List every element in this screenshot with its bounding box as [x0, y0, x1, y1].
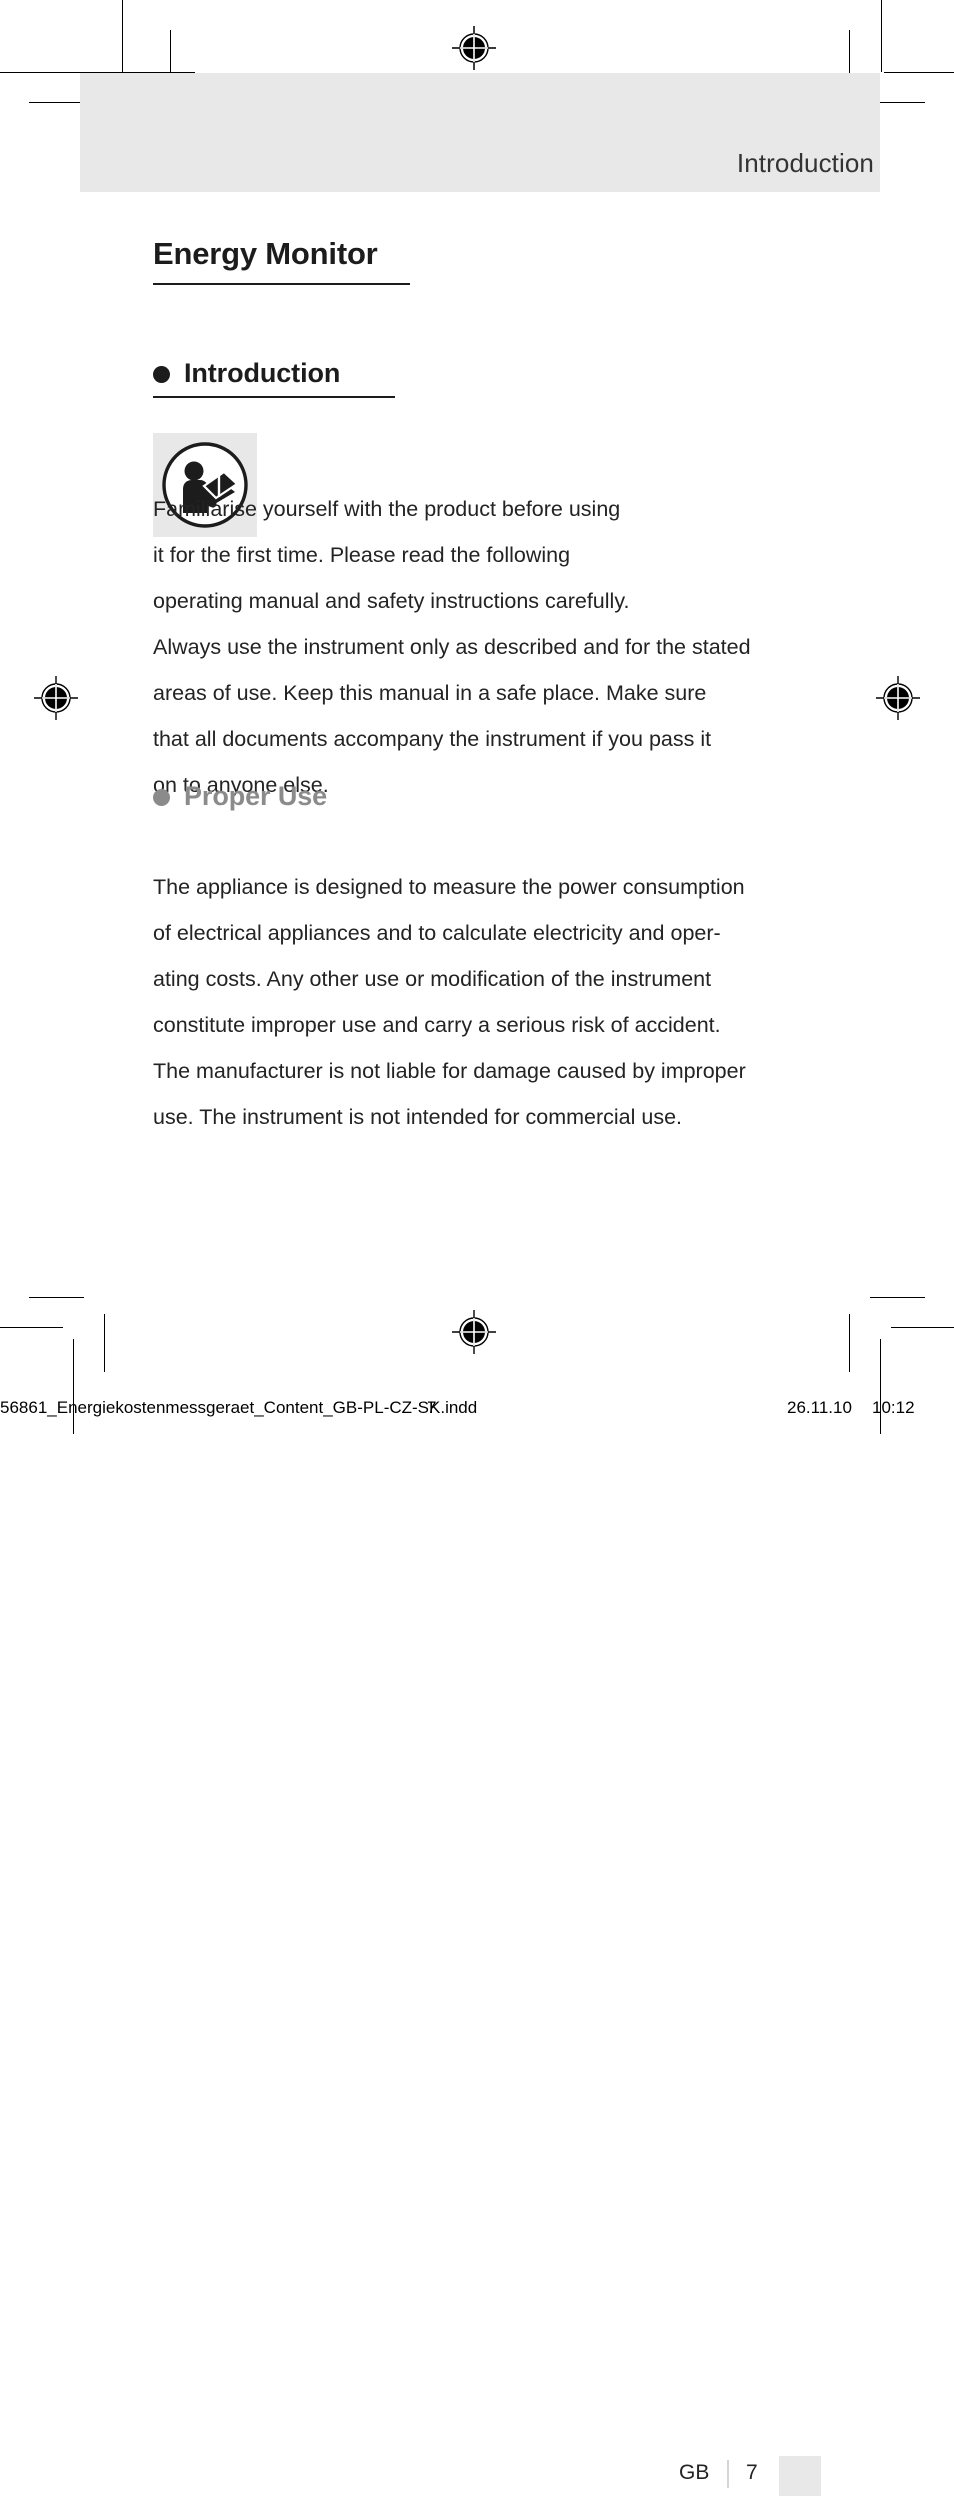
- bullet-icon: [153, 789, 170, 806]
- registration-mark-right: [876, 676, 920, 720]
- crop-mark-tr-outer-h: [884, 72, 954, 73]
- paragraph-line: use. The instrument is not intended for …: [153, 1105, 682, 1129]
- crop-mark-tl-inner-h: [29, 102, 84, 103]
- section-heading-introduction: Introduction: [153, 358, 340, 389]
- slug-filename: 56861_Energiekostenmessgeraet_Content_GB…: [0, 1398, 478, 1417]
- paragraph-line: of electrical appliances and to calculat…: [153, 921, 721, 945]
- paragraph-line: constitute improper use and carry a seri…: [153, 1013, 721, 1037]
- footer-divider: [727, 2460, 729, 2488]
- page-title: Energy Monitor: [153, 236, 378, 271]
- running-head: Introduction: [736, 148, 874, 178]
- footer-language-code: GB: [679, 2461, 710, 2484]
- paragraph-line: The appliance is designed to measure the…: [153, 875, 745, 899]
- registration-mark-top: [452, 26, 496, 70]
- crop-mark-bl-outer-v: [73, 1339, 74, 1434]
- bullet-icon: [153, 366, 170, 383]
- section-heading-proper-use: Proper Use: [153, 781, 327, 812]
- section-heading-label: Introduction: [184, 358, 341, 388]
- crop-mark-br-outer-h: [891, 1327, 954, 1328]
- registration-mark-left: [34, 676, 78, 720]
- slug-date: 26.11.10: [787, 1398, 852, 1417]
- slug-time: 10:12: [872, 1398, 915, 1417]
- crop-mark-br-inner-v: [849, 1314, 850, 1372]
- section-heading-label: Proper Use: [184, 781, 328, 811]
- crop-mark-tr-outer-v: [881, 0, 882, 72]
- footer-page-number: 7: [746, 2461, 758, 2484]
- paragraph-proper-use: The appliance is designed to measure the…: [153, 864, 818, 1140]
- paragraph-line: it for the first time. Please read the f…: [153, 543, 571, 567]
- paragraph-line: that all documents accompany the instrum…: [153, 727, 712, 751]
- page-footer: GB 7: [0, 1228, 954, 2496]
- slug-page-number: 7: [427, 1398, 437, 1417]
- crop-mark-bl-inner-h: [29, 1297, 84, 1298]
- crop-mark-tl-outer-v: [122, 0, 123, 72]
- crop-mark-bl-inner-v: [104, 1314, 105, 1372]
- paragraph-line: Always use the instrument only as descri…: [153, 635, 751, 659]
- paragraph-line: ating costs. Any other use or modificati…: [153, 967, 712, 991]
- registration-mark-bottom: [452, 1310, 496, 1354]
- paragraph-line: areas of use. Keep this manual in a safe…: [153, 681, 707, 705]
- paragraph-line: Familiarise yourself with the product be…: [153, 497, 621, 521]
- print-proof-page: Introduction Energy Monitor Introduction…: [0, 0, 954, 2496]
- page-title-rule: [153, 283, 410, 285]
- paragraph-line: The manufacturer is not liable for damag…: [153, 1059, 746, 1083]
- paragraph-introduction: Familiarise yourself with the product be…: [153, 440, 813, 808]
- crop-mark-br-inner-h: [870, 1297, 925, 1298]
- section-heading-rule: [153, 396, 395, 398]
- footer-edge-tab: [779, 2456, 821, 2496]
- paragraph-line: operating manual and safety instructions…: [153, 589, 630, 613]
- crop-mark-br-outer-v: [880, 1339, 881, 1434]
- crop-mark-bl-outer-h: [0, 1327, 63, 1328]
